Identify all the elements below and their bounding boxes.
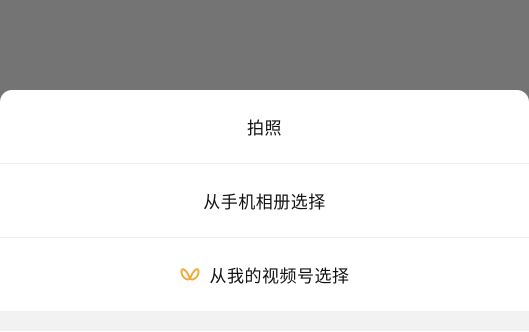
take-photo-option[interactable]: 拍照 xyxy=(0,90,529,163)
choose-from-channels-label: 从我的视频号选择 xyxy=(209,267,350,287)
channels-butterfly-icon xyxy=(179,266,200,284)
sheet-bottom-gap xyxy=(0,311,529,331)
choose-from-channels-option[interactable]: 从我的视频号选择 xyxy=(0,238,529,311)
take-photo-label: 拍照 xyxy=(247,119,282,139)
choose-from-album-option[interactable]: 从手机相册选择 xyxy=(0,164,529,237)
choose-from-album-label: 从手机相册选择 xyxy=(203,193,326,213)
action-sheet: 拍照 从手机相册选择 从我的视频号选择 xyxy=(0,90,529,332)
